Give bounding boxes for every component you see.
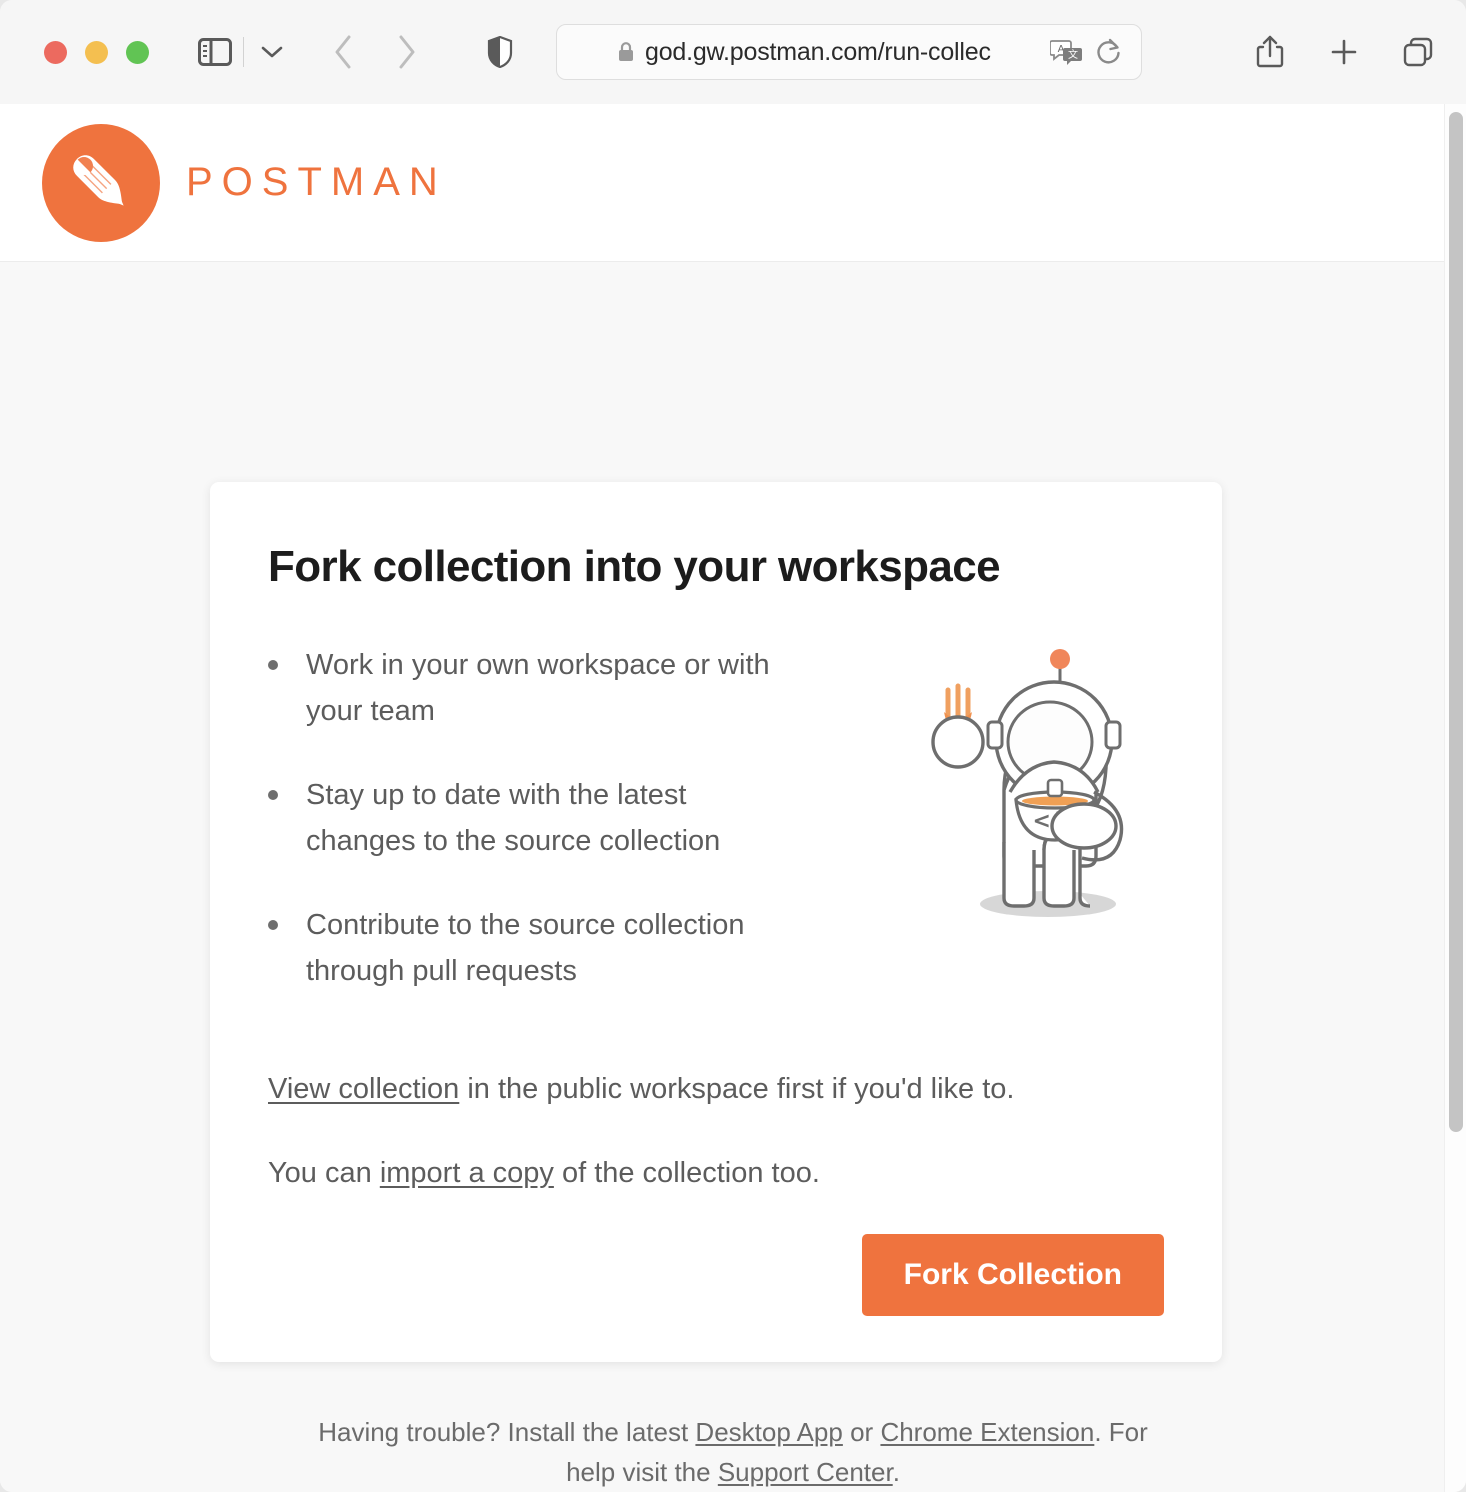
minimize-window-button[interactable] bbox=[85, 40, 108, 64]
footer-part-1: Having trouble? Install the latest bbox=[318, 1417, 696, 1447]
new-tab-icon[interactable] bbox=[1322, 30, 1366, 74]
close-window-button[interactable] bbox=[44, 40, 67, 64]
back-button[interactable] bbox=[322, 30, 366, 74]
privacy-report-button[interactable] bbox=[478, 30, 522, 74]
page-content: Fork collection into your workspace Work… bbox=[0, 262, 1466, 1492]
address-bar[interactable]: god.gw.postman.com/run-collec A 文 bbox=[556, 24, 1142, 80]
footer-part-4: . bbox=[892, 1457, 900, 1487]
window-controls bbox=[44, 40, 149, 64]
forward-button[interactable] bbox=[384, 30, 428, 74]
list-item-label: Contribute to the source collection thro… bbox=[306, 909, 745, 987]
address-bar-actions: A 文 bbox=[1049, 30, 1127, 74]
postman-wordmark: POSTMAN bbox=[186, 160, 447, 204]
import-copy-after: of the collection too. bbox=[553, 1157, 820, 1189]
url-text[interactable]: god.gw.postman.com/run-collec bbox=[645, 38, 1049, 67]
navigation-buttons bbox=[322, 30, 428, 74]
translate-icon[interactable]: A 文 bbox=[1049, 35, 1085, 69]
fork-collection-button[interactable]: Fork Collection bbox=[861, 1234, 1164, 1316]
import-copy-line: You can import a copy of the collection … bbox=[268, 1150, 1164, 1196]
scrollbar-thumb[interactable] bbox=[1449, 112, 1463, 1132]
shield-icon[interactable] bbox=[478, 30, 522, 74]
desktop-app-link[interactable]: Desktop App bbox=[695, 1417, 842, 1447]
postman-header: POSTMAN bbox=[0, 104, 1466, 262]
lock-icon bbox=[617, 41, 635, 63]
view-collection-rest: in the public workspace first if you'd l… bbox=[459, 1073, 1015, 1105]
page-viewport: POSTMAN Fork collection into your worksp… bbox=[0, 104, 1466, 1492]
view-collection-line: View collection in the public workspace … bbox=[268, 1066, 1164, 1112]
chevron-down-icon[interactable] bbox=[250, 30, 294, 74]
sidebar-toggle-icon[interactable] bbox=[193, 30, 237, 74]
card-body: Work in your own workspace or with your … bbox=[268, 638, 1164, 1032]
bullet-dot-icon bbox=[268, 790, 282, 864]
toolbar-right-actions bbox=[1248, 30, 1440, 74]
list-item-label: Stay up to date with the latest changes … bbox=[306, 779, 721, 857]
fork-collection-card: Fork collection into your workspace Work… bbox=[210, 482, 1222, 1362]
page-title: Fork collection into your workspace bbox=[268, 542, 1001, 591]
list-item: Contribute to the source collection thro… bbox=[268, 902, 908, 994]
card-actions: Fork Collection bbox=[268, 1234, 1164, 1316]
list-item-label: Work in your own workspace or with your … bbox=[306, 649, 770, 727]
import-copy-before: You can bbox=[268, 1157, 380, 1189]
secondary-links: View collection in the public workspace … bbox=[268, 1066, 1164, 1196]
tab-overview-icon[interactable] bbox=[1396, 30, 1440, 74]
maximize-window-button[interactable] bbox=[126, 40, 149, 64]
page-footer: Having trouble? Install the latest Deskt… bbox=[0, 1412, 1466, 1492]
chrome-extension-link[interactable]: Chrome Extension bbox=[880, 1417, 1094, 1447]
share-icon[interactable] bbox=[1248, 30, 1292, 74]
toolbar-divider bbox=[243, 37, 244, 67]
postman-logo-icon[interactable] bbox=[42, 123, 160, 242]
reload-icon[interactable] bbox=[1091, 30, 1127, 74]
bullet-dot-icon bbox=[268, 660, 282, 734]
browser-window: god.gw.postman.com/run-collec A 文 POSTMA… bbox=[0, 0, 1466, 1492]
page-scrollbar[interactable] bbox=[1444, 104, 1466, 1492]
browser-toolbar: god.gw.postman.com/run-collec A 文 bbox=[0, 0, 1466, 104]
benefits-list: Work in your own workspace or with your … bbox=[268, 638, 908, 1032]
sidebar-controls bbox=[193, 30, 294, 74]
support-center-link[interactable]: Support Center bbox=[718, 1457, 893, 1487]
astronaut-illustration: </> bbox=[908, 638, 1164, 1032]
list-item: Stay up to date with the latest changes … bbox=[268, 772, 908, 864]
import-a-copy-link[interactable]: import a copy bbox=[380, 1157, 554, 1189]
footer-part-2: or bbox=[842, 1417, 881, 1447]
view-collection-link[interactable]: View collection bbox=[268, 1073, 459, 1105]
list-item: Work in your own workspace or with your … bbox=[268, 642, 908, 734]
bullet-dot-icon bbox=[268, 920, 282, 994]
svg-text:文: 文 bbox=[1068, 48, 1078, 61]
